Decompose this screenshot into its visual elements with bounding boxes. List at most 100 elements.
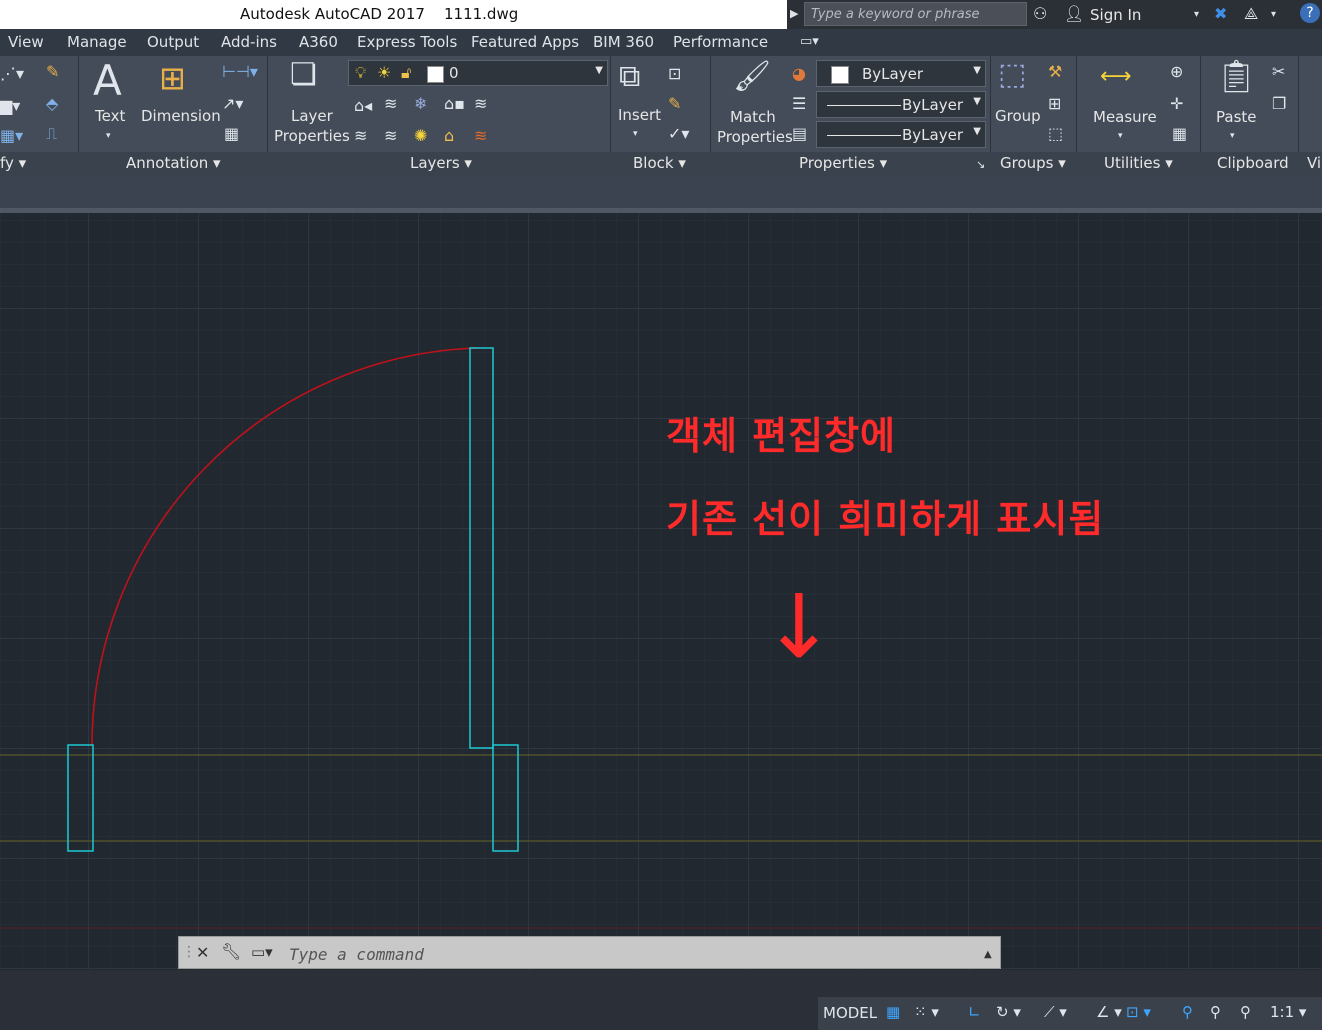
calculator-icon[interactable]: ▦	[1172, 126, 1187, 142]
annotation-autoscale-icon[interactable]: ⚲	[1210, 1003, 1221, 1021]
object-snap-icon[interactable]: ⊡ ▾	[1126, 1003, 1151, 1021]
offset-icon[interactable]: ⎍	[46, 126, 57, 142]
polar-icon[interactable]: ↻ ▾	[996, 1003, 1021, 1021]
group-select-icon[interactable]: ⬚	[1048, 126, 1063, 142]
group-edit-icon[interactable]: ⊞	[1048, 96, 1061, 112]
panel-title-layers[interactable]: Layers ▾	[410, 154, 472, 172]
layer-dropdown[interactable]: 💡︎ ☀ 🔓︎ 0 ▼	[348, 60, 608, 86]
ungroup-icon[interactable]: ⚒	[1048, 64, 1062, 80]
wall-post-right[interactable]	[492, 744, 519, 852]
measure-button[interactable]: Measure	[1093, 107, 1157, 127]
binoculars-icon[interactable]: ⚇	[1033, 4, 1047, 23]
chevron-down-icon[interactable]: ▾	[633, 126, 638, 142]
paste-button[interactable]: Paste	[1216, 107, 1257, 127]
tab-overflow-icon[interactable]: ▭▾	[800, 34, 819, 49]
match-properties-icon[interactable]: 🖌︎	[733, 62, 771, 92]
panel-title-groups[interactable]: Groups ▾	[1000, 154, 1066, 172]
annotation-visibility-icon[interactable]: ⚲	[1182, 1003, 1193, 1021]
brush-icon[interactable]: ✎	[46, 64, 59, 80]
linetype-dropdown[interactable]: ByLayer ▼	[816, 91, 986, 118]
layer-lock-icon[interactable]: ⌂▪	[444, 96, 465, 112]
tab-performance[interactable]: Performance	[673, 33, 768, 51]
exchange-apps-icon[interactable]: ✖	[1214, 4, 1227, 23]
sign-in-button[interactable]: Sign In	[1090, 6, 1141, 24]
tab-a360[interactable]: A360	[299, 33, 338, 51]
match-properties-button[interactable]: Match	[730, 107, 776, 127]
layer-isolate-icon[interactable]: ≋	[384, 96, 397, 112]
tab-output[interactable]: Output	[147, 33, 199, 51]
panel-title-block[interactable]: Block ▾	[633, 154, 686, 172]
layer-properties-label[interactable]: Properties	[274, 126, 350, 146]
play-icon[interactable]: ▶	[790, 7, 798, 20]
user-icon[interactable]: 👤︎	[1064, 4, 1084, 23]
help-icon[interactable]: ?	[1300, 3, 1320, 23]
command-input[interactable]	[287, 941, 971, 967]
a360-icon[interactable]: ⟁	[1244, 4, 1258, 24]
chevron-down-icon[interactable]: ▾	[1118, 128, 1123, 144]
paste-icon[interactable]: 📋︎	[1216, 60, 1257, 92]
table-icon[interactable]: ▦	[224, 126, 239, 142]
panel-title-clipboard[interactable]: Clipboard	[1217, 154, 1289, 172]
array-icon[interactable]: ▦▾	[0, 128, 23, 144]
quick-select-icon[interactable]: ⊕	[1170, 64, 1183, 80]
panel-title-view[interactable]: Vi	[1307, 154, 1321, 172]
edit-block-icon[interactable]: ✎	[668, 96, 681, 112]
panel-title-utilities[interactable]: Utilities ▾	[1104, 154, 1173, 172]
match-properties-label[interactable]: Properties	[717, 127, 793, 147]
command-prompt-icon[interactable]: ▭▾	[251, 944, 273, 960]
panel-title-annotation[interactable]: Annotation ▾	[126, 154, 221, 172]
measure-icon[interactable]: ⟷	[1100, 66, 1132, 88]
dimension-icon[interactable]: ⊞	[159, 62, 186, 94]
chevron-down-icon[interactable]: ▾	[106, 128, 111, 144]
close-icon[interactable]: ✕	[196, 945, 209, 961]
search-box[interactable]	[804, 2, 1027, 26]
tab-view[interactable]: View	[8, 33, 44, 51]
layer-on-icon[interactable]: ≋	[354, 128, 367, 144]
create-block-icon[interactable]: ⊡	[668, 66, 681, 82]
lineweight-dropdown[interactable]: ByLayer ▼	[816, 121, 986, 148]
insert-icon[interactable]: ⧉	[619, 62, 640, 92]
layer-merge-icon[interactable]: ≋	[474, 96, 487, 112]
osnap-tracking-icon[interactable]: ⟋ ▾	[1044, 1003, 1067, 1021]
tab-add-ins[interactable]: Add-ins	[221, 33, 277, 51]
chevron-down-icon[interactable]: ▾	[1194, 9, 1199, 20]
panel-title-properties[interactable]: Properties ▾	[799, 154, 887, 172]
wrench-icon[interactable]: 🔧︎	[221, 944, 241, 960]
chevron-down-icon[interactable]: ▾	[1271, 9, 1276, 20]
text-icon[interactable]: A	[93, 60, 122, 102]
layer-unlock-icon[interactable]: ⌂	[444, 128, 454, 144]
door-swing-arc[interactable]	[91, 347, 479, 746]
drawing-canvas[interactable]: 객체 편집창에 기존 선이 희미하게 표시됨 ↓	[0, 213, 1322, 970]
layer-properties-button[interactable]: Layer	[291, 106, 333, 126]
scale-button[interactable]: 1:1 ▾	[1270, 1003, 1306, 1021]
properties-launcher-icon[interactable]: ↘	[976, 158, 985, 171]
snap-icon[interactable]: ⁙ ▾	[914, 1003, 939, 1021]
color-dropdown[interactable]: ByLayer ▼	[816, 60, 986, 87]
text-button[interactable]: Text	[95, 106, 125, 126]
leader-icon[interactable]: ↗▾	[222, 96, 243, 112]
tab-featured-apps[interactable]: Featured Apps	[471, 33, 579, 51]
model-space-button[interactable]: MODEL	[823, 1004, 877, 1022]
tab-express-tools[interactable]: Express Tools	[357, 33, 457, 51]
layer-delete-icon[interactable]: ≋	[474, 128, 487, 144]
layer-freeze-icon[interactable]: ❄	[414, 96, 427, 112]
grip-icon[interactable]: ⋮	[182, 944, 196, 960]
ortho-icon[interactable]: ∟	[968, 1003, 981, 1021]
group-icon[interactable]: ⬚	[998, 60, 1026, 90]
door-leaf[interactable]	[469, 347, 494, 749]
wall-post-left[interactable]	[67, 744, 94, 852]
group-button[interactable]: Group	[995, 106, 1041, 126]
tab-bim-360[interactable]: BIM 360	[593, 33, 654, 51]
layer-properties-icon[interactable]: ❏	[290, 60, 317, 90]
copy-icon[interactable]: ❐	[1272, 96, 1286, 112]
chevron-up-icon[interactable]: ▲	[984, 947, 992, 963]
dimension-button[interactable]: Dimension	[141, 106, 221, 126]
insert-button[interactable]: Insert	[618, 105, 661, 125]
attribute-icon[interactable]: ✓▾	[668, 126, 689, 142]
layer-thaw-icon[interactable]: ✺	[414, 128, 427, 144]
rectangle-icon[interactable]: ▆▾	[0, 98, 20, 114]
layer-match-icon[interactable]: ≋	[384, 128, 397, 144]
cut-icon[interactable]: ✂	[1272, 64, 1285, 80]
linear-dim-icon[interactable]: ⊢⊣▾	[222, 64, 258, 80]
search-input[interactable]	[805, 3, 1026, 25]
